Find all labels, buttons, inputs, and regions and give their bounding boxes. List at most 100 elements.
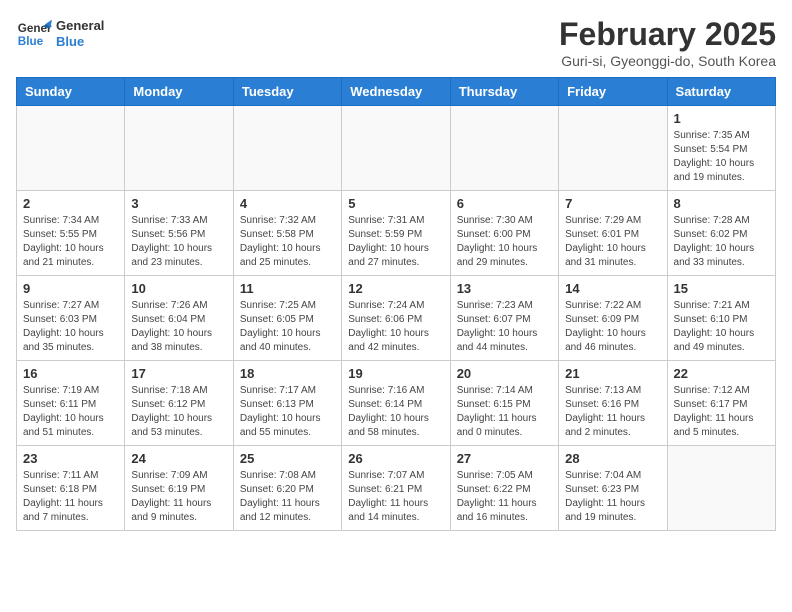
calendar-day-cell: 8 Sunrise: 7:28 AM Sunset: 6:02 PM Daylig… [667,191,775,276]
day-info: Sunrise: 7:34 AM Sunset: 5:55 PM Dayligh… [23,214,118,270]
day-number: 12 [348,281,443,296]
day-number: 27 [457,451,552,466]
day-info: Sunrise: 7:04 AM Sunset: 6:23 PM Dayligh… [565,469,660,525]
calendar-week-row: 1 Sunrise: 7:35 AM Sunset: 5:54 PM Daylig… [17,106,776,191]
calendar-day-cell: 23Sunrise: 7:11 AM Sunset: 6:18 PM Dayli… [17,446,125,531]
day-number: 21 [565,366,660,381]
day-info: Sunrise: 7:12 AM Sunset: 6:17 PM Dayligh… [674,384,769,440]
day-number: 19 [348,366,443,381]
day-number: 28 [565,451,660,466]
calendar-day-cell: 20 Sunrise: 7:14 AM Sunset: 6:15 PM Dayli… [450,361,558,446]
day-info: Sunrise: 7:09 AM Sunset: 6:19 PM Dayligh… [131,469,226,525]
logo-icon: General Blue [16,16,52,52]
calendar-day-cell: 13Sunrise: 7:23 AM Sunset: 6:07 PM Dayli… [450,276,558,361]
weekday-header-monday: Monday [125,78,233,106]
day-number: 5 [348,196,443,211]
weekday-header-tuesday: Tuesday [233,78,341,106]
calendar-day-cell: 17 Sunrise: 7:18 AM Sunset: 6:12 PM Dayli… [125,361,233,446]
day-info: Sunrise: 7:08 AM Sunset: 6:20 PM Dayligh… [240,469,335,525]
calendar-day-cell: 28 Sunrise: 7:04 AM Sunset: 6:23 PM Dayli… [559,446,667,531]
weekday-header-thursday: Thursday [450,78,558,106]
calendar-table: SundayMondayTuesdayWednesdayThursdayFrid… [16,77,776,531]
day-number: 18 [240,366,335,381]
day-info: Sunrise: 7:05 AM Sunset: 6:22 PM Dayligh… [457,469,552,525]
calendar-day-cell: 19 Sunrise: 7:16 AM Sunset: 6:14 PM Dayli… [342,361,450,446]
day-info: Sunrise: 7:32 AM Sunset: 5:58 PM Dayligh… [240,214,335,270]
weekday-header-wednesday: Wednesday [342,78,450,106]
day-info: Sunrise: 7:35 AM Sunset: 5:54 PM Dayligh… [674,129,769,185]
calendar-day-cell: 27 Sunrise: 7:05 AM Sunset: 6:22 PM Dayli… [450,446,558,531]
calendar-day-cell: 14Sunrise: 7:22 AM Sunset: 6:09 PM Dayli… [559,276,667,361]
calendar-day-cell: 10 Sunrise: 7:26 AM Sunset: 6:04 PM Dayli… [125,276,233,361]
calendar-day-cell: 11 Sunrise: 7:25 AM Sunset: 6:05 PM Dayli… [233,276,341,361]
day-info: Sunrise: 7:16 AM Sunset: 6:14 PM Dayligh… [348,384,443,440]
calendar-day-cell: 9 Sunrise: 7:27 AM Sunset: 6:03 PM Daylig… [17,276,125,361]
day-number: 26 [348,451,443,466]
calendar-day-cell: 3 Sunrise: 7:33 AM Sunset: 5:56 PM Daylig… [125,191,233,276]
day-number: 8 [674,196,769,211]
month-year-title: February 2025 [559,16,776,53]
day-number: 4 [240,196,335,211]
calendar-day-cell [450,106,558,191]
calendar-day-cell [233,106,341,191]
calendar-day-cell: 18 Sunrise: 7:17 AM Sunset: 6:13 PM Dayli… [233,361,341,446]
day-info: Sunrise: 7:17 AM Sunset: 6:13 PM Dayligh… [240,384,335,440]
logo: General Blue General Blue [16,16,104,52]
calendar-day-cell [342,106,450,191]
calendar-day-cell: 5 Sunrise: 7:31 AM Sunset: 5:59 PM Daylig… [342,191,450,276]
calendar-day-cell: 26 Sunrise: 7:07 AM Sunset: 6:21 PM Dayli… [342,446,450,531]
day-info: Sunrise: 7:13 AM Sunset: 6:16 PM Dayligh… [565,384,660,440]
calendar-day-cell: 1 Sunrise: 7:35 AM Sunset: 5:54 PM Daylig… [667,106,775,191]
day-info: Sunrise: 7:14 AM Sunset: 6:15 PM Dayligh… [457,384,552,440]
day-info: Sunrise: 7:25 AM Sunset: 6:05 PM Dayligh… [240,299,335,355]
weekday-header-sunday: Sunday [17,78,125,106]
day-info: Sunrise: 7:07 AM Sunset: 6:21 PM Dayligh… [348,469,443,525]
logo-blue: Blue [56,34,104,50]
day-number: 6 [457,196,552,211]
day-number: 9 [23,281,118,296]
day-number: 11 [240,281,335,296]
calendar-day-cell: 22 Sunrise: 7:12 AM Sunset: 6:17 PM Dayli… [667,361,775,446]
weekday-header-saturday: Saturday [667,78,775,106]
day-number: 20 [457,366,552,381]
day-info: Sunrise: 7:23 AM Sunset: 6:07 PM Dayligh… [457,299,552,355]
logo-general: General [56,18,104,34]
title-block: February 2025 Guri-si, Gyeonggi-do, Sout… [559,16,776,69]
day-number: 2 [23,196,118,211]
page-header: General Blue General Blue February 2025 … [16,16,776,69]
weekday-header-friday: Friday [559,78,667,106]
day-number: 1 [674,111,769,126]
calendar-day-cell: 24 Sunrise: 7:09 AM Sunset: 6:19 PM Dayli… [125,446,233,531]
calendar-day-cell: 15 Sunrise: 7:21 AM Sunset: 6:10 PM Dayli… [667,276,775,361]
weekday-header-row: SundayMondayTuesdayWednesdayThursdayFrid… [17,78,776,106]
calendar-day-cell [667,446,775,531]
calendar-week-row: 9 Sunrise: 7:27 AM Sunset: 6:03 PM Daylig… [17,276,776,361]
calendar-day-cell: 2 Sunrise: 7:34 AM Sunset: 5:55 PM Daylig… [17,191,125,276]
day-number: 14 [565,281,660,296]
calendar-day-cell [559,106,667,191]
day-info: Sunrise: 7:27 AM Sunset: 6:03 PM Dayligh… [23,299,118,355]
day-info: Sunrise: 7:28 AM Sunset: 6:02 PM Dayligh… [674,214,769,270]
day-info: Sunrise: 7:21 AM Sunset: 6:10 PM Dayligh… [674,299,769,355]
svg-text:Blue: Blue [18,35,44,48]
day-number: 23 [23,451,118,466]
location-subtitle: Guri-si, Gyeonggi-do, South Korea [559,53,776,69]
day-info: Sunrise: 7:26 AM Sunset: 6:04 PM Dayligh… [131,299,226,355]
day-number: 3 [131,196,226,211]
day-info: Sunrise: 7:18 AM Sunset: 6:12 PM Dayligh… [131,384,226,440]
day-number: 22 [674,366,769,381]
calendar-week-row: 16Sunrise: 7:19 AM Sunset: 6:11 PM Dayli… [17,361,776,446]
day-info: Sunrise: 7:31 AM Sunset: 5:59 PM Dayligh… [348,214,443,270]
calendar-week-row: 23Sunrise: 7:11 AM Sunset: 6:18 PM Dayli… [17,446,776,531]
day-info: Sunrise: 7:33 AM Sunset: 5:56 PM Dayligh… [131,214,226,270]
calendar-day-cell: 6Sunrise: 7:30 AM Sunset: 6:00 PM Daylig… [450,191,558,276]
day-number: 17 [131,366,226,381]
calendar-day-cell [125,106,233,191]
day-number: 7 [565,196,660,211]
day-info: Sunrise: 7:29 AM Sunset: 6:01 PM Dayligh… [565,214,660,270]
calendar-week-row: 2 Sunrise: 7:34 AM Sunset: 5:55 PM Daylig… [17,191,776,276]
day-number: 10 [131,281,226,296]
day-number: 15 [674,281,769,296]
day-number: 24 [131,451,226,466]
calendar-day-cell [17,106,125,191]
